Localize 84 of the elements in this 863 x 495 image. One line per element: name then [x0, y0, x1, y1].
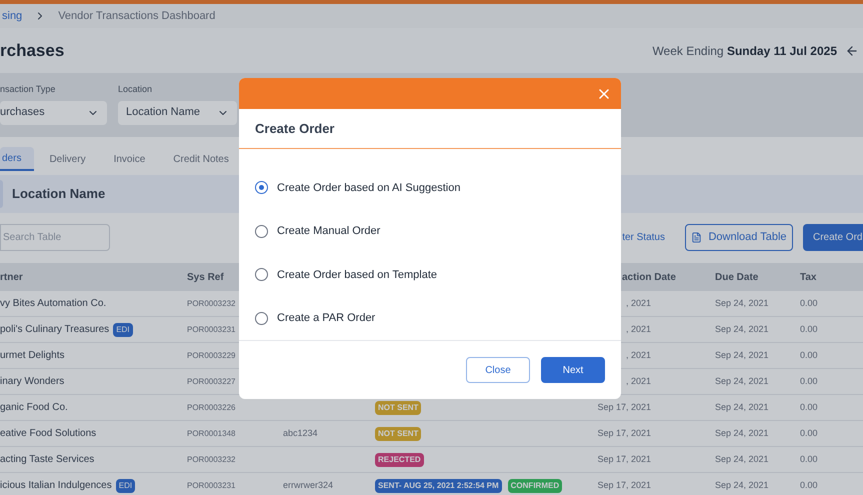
document-icon — [691, 232, 702, 242]
close-button[interactable]: Close — [466, 357, 530, 383]
breadcrumb-link[interactable]: sing — [2, 8, 22, 24]
table-cell: 0.00 — [800, 480, 818, 490]
table-cell-text: , 2021 — [626, 348, 651, 362]
table-cell: 0.00 — [800, 454, 818, 464]
table-cell: 0.00 — [800, 376, 818, 386]
status-tag: CONFIRMED — [508, 478, 562, 492]
table-cell: 0.00 — [800, 298, 818, 308]
column-header: rtner — [0, 270, 23, 284]
table-cell: errwrwer324 — [283, 480, 334, 490]
table-cell-text: Sep 17, 2021 — [597, 478, 651, 492]
partner-name: eative Food Solutions — [0, 427, 96, 441]
option-label: Create Order based on Template — [277, 268, 437, 282]
create-order-button[interactable]: Create Ord — [803, 224, 863, 250]
table-cell: POR0003229 — [187, 350, 236, 360]
table-cell: Sep 24, 2021 — [715, 428, 769, 438]
table-cell: 0.00 — [800, 350, 818, 360]
tab[interactable]: Delivery — [36, 147, 99, 171]
tab[interactable]: Credit Notes — [160, 147, 242, 171]
search-field[interactable]: Search Table — [0, 224, 110, 250]
filter-status-link[interactable]: ter Status — [622, 230, 665, 244]
week-ending-text: Week Ending Sunday 11 Jul 2025 — [652, 42, 837, 60]
option-label: Create Order based on AI Suggestion — [277, 180, 460, 196]
radio-button[interactable] — [255, 268, 268, 282]
page-title: rchases — [0, 40, 64, 62]
table-cell-text: Sep 17, 2021 — [597, 426, 651, 440]
partner-name: icious Italian Indulgences — [0, 479, 112, 493]
back-arrow-icon[interactable] — [845, 44, 859, 58]
edi-tag: EDI — [113, 322, 133, 336]
table-cell-text: Sep 17, 2021 — [597, 452, 651, 466]
filter-select[interactable]: Location Name — [118, 100, 237, 124]
filter-select[interactable]: urchases — [0, 100, 107, 124]
filter-label: Location — [118, 83, 154, 96]
table-cell: POR0003232 — [187, 298, 236, 308]
status-tag: NOT SENT — [375, 426, 422, 440]
status-tag: REJECTED — [375, 452, 424, 466]
table-cell: POR0001348 — [187, 428, 236, 438]
next-button[interactable]: Next — [541, 357, 605, 383]
partner-name: vy Bites Automation Co. — [0, 297, 106, 311]
breadcrumb-current: Vendor Transactions Dashboard — [58, 8, 216, 24]
table-cell: Sep 24, 2021 — [715, 480, 769, 490]
filter-label: nsaction Type — [0, 83, 56, 96]
column-header: Tax — [800, 270, 816, 284]
partner-name: poli's Culinary Treasures — [0, 323, 110, 337]
table-cell-text: , 2021 — [626, 374, 651, 388]
table-cell: Sep 24, 2021 — [715, 402, 769, 412]
table-cell: Sep 24, 2021 — [715, 350, 769, 360]
partner-name: ganic Food Co. — [0, 401, 68, 415]
download-table-button[interactable]: Download Table — [685, 224, 793, 250]
table-cell-text: Sep 17, 2021 — [597, 400, 651, 414]
edi-tag: EDI — [116, 478, 136, 492]
table-cell: 0.00 — [800, 324, 818, 334]
radio-button[interactable] — [255, 181, 268, 194]
status-tag: NOT SENT — [375, 400, 422, 414]
radio-button[interactable] — [255, 224, 268, 238]
table-cell: POR0003227 — [187, 376, 236, 386]
column-header: Sys Ref — [187, 270, 224, 284]
option-label: Create a PAR Order — [277, 311, 376, 326]
table-cell: abc1234 — [283, 428, 318, 438]
tab[interactable]: ders — [0, 147, 34, 171]
dialog-title: Create Order — [255, 120, 334, 138]
tab[interactable]: Invoice — [100, 147, 158, 171]
table-cell: POR0003232 — [187, 454, 236, 464]
table-cell-text: , 2021 — [626, 322, 651, 336]
table-cell-text: , 2021 — [626, 296, 651, 310]
location-title: Location Name — [12, 185, 106, 204]
table-cell: POR0003226 — [187, 402, 236, 412]
table-cell: 0.00 — [800, 428, 818, 438]
table-cell: Sep 24, 2021 — [715, 324, 769, 334]
status-tag: SENT- AUG 25, 2021 2:52:54 PM — [375, 478, 502, 492]
column-header: action Date — [622, 270, 676, 284]
table-cell: Sep 24, 2021 — [715, 454, 769, 464]
table-cell: 0.00 — [800, 402, 818, 412]
partner-name: urmet Delights — [0, 349, 64, 363]
radio-button[interactable] — [255, 312, 268, 325]
table-cell: POR0003231 — [187, 324, 236, 334]
option-label: Create Manual Order — [277, 224, 380, 239]
partner-name: inary Wonders — [0, 375, 64, 389]
partner-name: acting Taste Services — [0, 453, 94, 467]
table-cell: POR0003231 — [187, 480, 236, 490]
column-header: Due Date — [715, 270, 758, 284]
table-cell: Sep 24, 2021 — [715, 376, 769, 386]
table-cell: Sep 24, 2021 — [715, 298, 769, 308]
